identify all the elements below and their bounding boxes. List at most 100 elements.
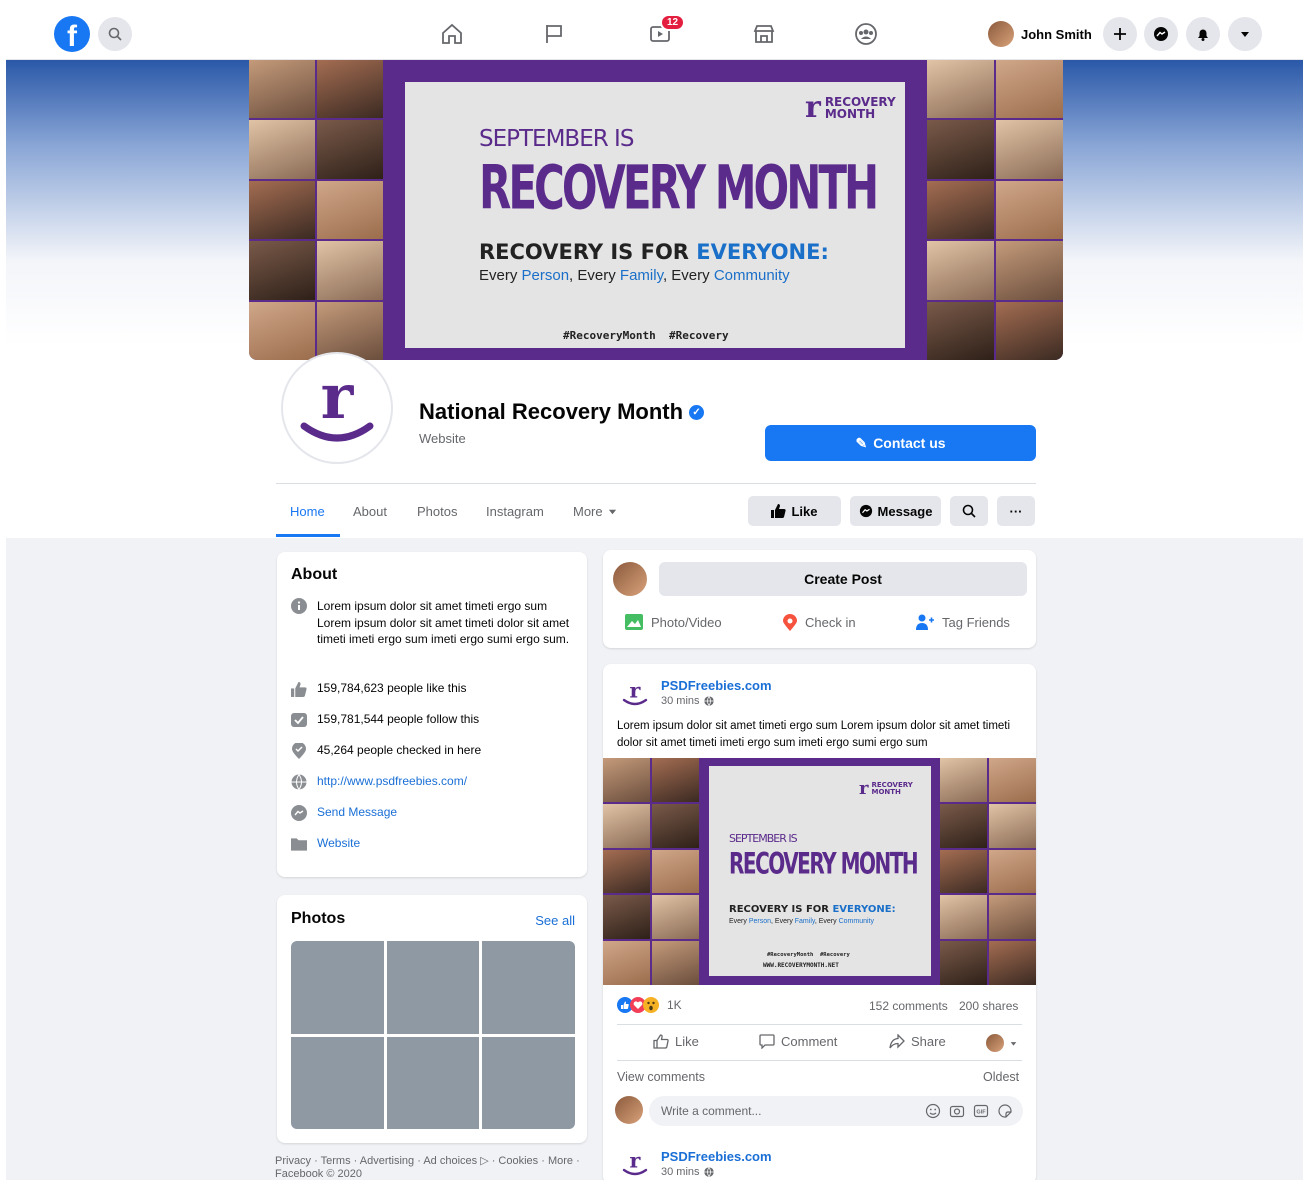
avatar: [986, 1034, 1004, 1052]
post-author-avatar[interactable]: r: [617, 676, 653, 712]
post-comment-button[interactable]: Comment: [759, 1034, 837, 1049]
post-share-button[interactable]: Share: [889, 1034, 946, 1049]
messenger-icon: [291, 805, 307, 821]
check-in-button[interactable]: Check in: [783, 614, 856, 631]
recovery-month-logo: r RECOVERY MONTH: [805, 90, 896, 125]
post-image[interactable]: r RECOVERY MONTH SEPTEMBER IS RECOVERY M…: [603, 758, 1036, 985]
gif-icon[interactable]: GIF: [973, 1103, 989, 1119]
post-timestamp[interactable]: 30 mins: [661, 1166, 714, 1178]
follow-check-icon: [291, 712, 307, 728]
plus-icon: [1114, 28, 1126, 40]
watch-nav-button[interactable]: 12: [646, 14, 686, 48]
photo-thumbnail[interactable]: [386, 941, 480, 1034]
photo-video-button[interactable]: Photo/Video: [625, 614, 722, 630]
groups-nav-button[interactable]: [852, 20, 880, 48]
cover-photo[interactable]: r RECOVERY MONTH SEPTEMBER IS RECOVERY M…: [249, 60, 1063, 360]
photo-thumbnail[interactable]: [386, 1036, 480, 1129]
thumbs-up-icon: [771, 504, 787, 518]
tab-more[interactable]: More: [573, 504, 617, 519]
page-profile-picture[interactable]: r: [281, 352, 393, 464]
messenger-button[interactable]: [1144, 17, 1178, 51]
footer-links[interactable]: Privacy · Terms · Advertising · Ad choic…: [275, 1155, 595, 1180]
cover-faces-left: [249, 60, 383, 360]
photos-card: Photos See all: [277, 895, 587, 1143]
cover-subline: Every Person, Every Family, Every Commun…: [479, 267, 790, 284]
message-page-button[interactable]: Message: [850, 496, 941, 526]
photo-thumbnail[interactable]: [482, 941, 575, 1034]
svg-text:r: r: [630, 1150, 642, 1172]
cover-pre-title: SEPTEMBER IS: [479, 126, 634, 152]
ellipsis-icon: ···: [1009, 503, 1023, 519]
comment-input[interactable]: Write a comment... GIF: [649, 1096, 1023, 1126]
search-button[interactable]: [98, 17, 132, 51]
about-send-message-row[interactable]: Send Message: [291, 805, 397, 821]
sticker-icon[interactable]: [997, 1103, 1013, 1119]
recovery-r-logo-icon: r: [622, 1150, 648, 1176]
avatar: [615, 1096, 643, 1124]
photo-thumbnail[interactable]: [291, 1036, 384, 1129]
notifications-button[interactable]: [1186, 17, 1220, 51]
post-timestamp[interactable]: 30 mins: [661, 695, 714, 707]
contact-us-button[interactable]: ✎ Contact us: [765, 425, 1036, 461]
svg-text:r: r: [321, 368, 355, 433]
photo-thumbnail[interactable]: [291, 941, 384, 1034]
create-post-input[interactable]: Create Post: [659, 562, 1027, 596]
view-comments-link[interactable]: View comments: [617, 1070, 705, 1084]
tab-about[interactable]: About: [353, 504, 387, 519]
recovery-r-logo-icon: r: [622, 680, 648, 706]
comments-sort-selector[interactable]: Oldest: [983, 1070, 1019, 1084]
globe-icon: [703, 696, 714, 706]
post-author-name[interactable]: PSDFreebies.com: [661, 1149, 772, 1164]
pages-nav-button[interactable]: [540, 20, 568, 48]
verified-badge-icon: ✓: [689, 404, 705, 420]
location-pin-icon: [783, 614, 797, 631]
emoji-icon[interactable]: [925, 1103, 941, 1119]
facebook-logo-icon[interactable]: f: [54, 16, 90, 52]
user-profile-chip[interactable]: John Smith: [988, 18, 1092, 50]
tab-instagram[interactable]: Instagram: [486, 504, 544, 519]
reaction-count: 1K: [667, 998, 682, 1012]
cover-tagline: RECOVERY IS FOR EVERYONE:: [479, 240, 829, 264]
post-text: Lorem ipsum dolor sit amet timeti ergo s…: [617, 720, 1011, 749]
reactions-summary[interactable]: 1K: [617, 997, 682, 1013]
user-name: John Smith: [1021, 26, 1092, 42]
page-category: Website: [419, 431, 466, 446]
post-author-avatar[interactable]: r: [617, 1146, 653, 1180]
camera-icon[interactable]: [949, 1103, 965, 1119]
post-like-button[interactable]: Like: [653, 1034, 699, 1049]
shares-count[interactable]: 200 shares: [959, 999, 1018, 1013]
post-author-name[interactable]: PSDFreebies.com: [661, 678, 772, 693]
photo-thumbnail[interactable]: [482, 1036, 575, 1129]
like-page-button[interactable]: Like: [748, 496, 841, 526]
home-nav-button[interactable]: [438, 20, 466, 48]
tab-home[interactable]: Home: [290, 504, 325, 519]
caret-down-icon: [1241, 32, 1249, 37]
photo-icon: [625, 614, 643, 630]
tab-photos[interactable]: Photos: [417, 504, 457, 519]
about-website-row[interactable]: Website: [291, 836, 360, 852]
divider: [617, 1024, 1022, 1025]
more-options-button[interactable]: ···: [997, 496, 1035, 526]
location-pin-icon: [291, 743, 307, 759]
about-url-row[interactable]: http://www.psdfreebies.com/: [291, 774, 467, 790]
comment-icon: [759, 1034, 775, 1049]
tag-friends-button[interactable]: Tag Friends: [916, 614, 1010, 630]
see-all-photos-link[interactable]: See all: [535, 913, 575, 928]
messenger-icon: [859, 504, 872, 518]
marketplace-icon: [753, 25, 775, 43]
marketplace-nav-button[interactable]: [750, 20, 778, 48]
divider: [617, 1060, 1022, 1061]
tabs-divider: [276, 483, 1036, 484]
comments-count[interactable]: 152 comments: [869, 999, 948, 1013]
create-button[interactable]: [1103, 17, 1137, 51]
cover-poster: r RECOVERY MONTH SEPTEMBER IS RECOVERY M…: [405, 82, 905, 348]
folder-icon: [291, 836, 307, 852]
cover-hashtags: #RecoveryMonth #Recovery: [563, 329, 729, 342]
groups-icon: [855, 23, 877, 45]
account-menu-button[interactable]: [1228, 17, 1262, 51]
post-image-poster: r RECOVERY MONTH SEPTEMBER IS RECOVERY M…: [709, 766, 931, 976]
about-title: About: [291, 566, 338, 583]
search-icon: [962, 504, 976, 518]
post-audience-selector[interactable]: [986, 1034, 1017, 1052]
page-search-button[interactable]: [950, 496, 988, 526]
